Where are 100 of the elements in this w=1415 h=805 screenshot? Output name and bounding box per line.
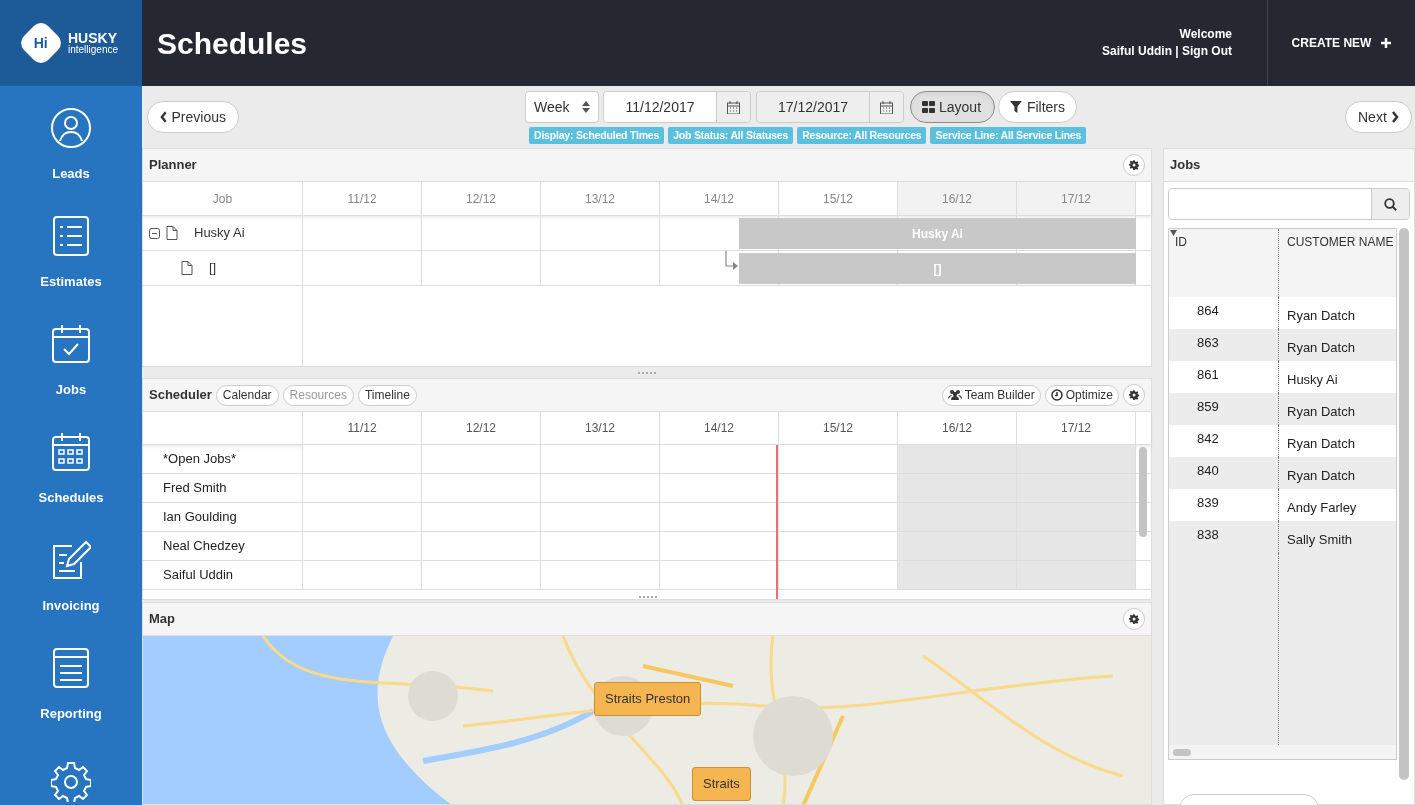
table-cell-text: Ryan Datch xyxy=(1286,467,1356,485)
next-button[interactable]: Next xyxy=(1345,101,1412,133)
calendar-cell[interactable] xyxy=(1017,532,1136,560)
scrollbar[interactable] xyxy=(1139,447,1147,537)
table-cell-text: Sally Smith xyxy=(1286,531,1354,549)
table-cell: 838 xyxy=(1169,521,1279,553)
search-button[interactable] xyxy=(1371,189,1409,219)
calendar-cell[interactable] xyxy=(898,503,1017,531)
filters-button[interactable]: Filters xyxy=(998,91,1077,123)
list-icon xyxy=(51,216,91,256)
calendar-cell[interactable] xyxy=(1017,503,1136,531)
dependency-arrow xyxy=(725,251,739,273)
collapse-icon[interactable] xyxy=(149,227,160,239)
file-icon xyxy=(181,261,193,275)
settings-button[interactable] xyxy=(1123,384,1145,406)
resize-handle[interactable] xyxy=(639,596,657,598)
column-header: 14/12 xyxy=(660,182,779,215)
calendar-cell[interactable] xyxy=(1017,445,1136,473)
calendar-icon xyxy=(880,100,893,114)
create-new-button[interactable]: CREATE NEW xyxy=(1267,0,1415,86)
person-icon xyxy=(51,108,91,148)
column-header: 14/12 xyxy=(660,412,779,444)
plus-icon xyxy=(1381,38,1392,48)
column-header: 16/12 xyxy=(898,182,1017,215)
grid-icon xyxy=(922,101,935,113)
table-row[interactable]: 861 Husky Ai xyxy=(1169,361,1396,393)
calendar-check-icon xyxy=(51,324,91,364)
column-header: 12/12 xyxy=(422,182,541,215)
panel-title: Scheduler xyxy=(149,386,212,405)
table-cell-text: Ryan Datch xyxy=(1286,435,1356,453)
sort-indicator-icon xyxy=(1170,230,1177,236)
document-icon xyxy=(51,648,91,688)
panel-title: Map xyxy=(149,610,175,629)
column-header: 17/12 xyxy=(1017,412,1136,444)
sort-arrows-icon xyxy=(582,101,590,113)
previous-button[interactable]: Previous xyxy=(147,101,239,133)
calendar-cell[interactable] xyxy=(898,474,1017,502)
table-row[interactable]: 839 Andy Farley xyxy=(1169,489,1396,521)
date-field[interactable]: 17/12/2017 xyxy=(756,91,904,123)
welcome-text: Welcome xyxy=(1179,26,1232,43)
calendar-icon xyxy=(727,100,740,114)
column-header: 17/12 xyxy=(1017,182,1136,215)
settings-button[interactable] xyxy=(1123,154,1145,176)
view-tab: Resources xyxy=(282,384,354,406)
user-link[interactable]: Saiful Uddin | Sign Out xyxy=(1102,43,1232,60)
table-cell-text: Andy Farley xyxy=(1286,499,1358,517)
table-cell-text: Husky Ai xyxy=(1286,371,1339,389)
calendar-cell[interactable] xyxy=(898,445,1017,473)
layout-button[interactable]: Layout xyxy=(910,91,995,123)
chevron-right-icon xyxy=(1390,111,1399,123)
brand-name: HUSKY xyxy=(67,31,117,45)
view-tab[interactable]: Calendar xyxy=(215,384,279,406)
table-cell-text: Ryan Datch xyxy=(1286,339,1356,357)
period-select[interactable]: Week xyxy=(525,91,599,123)
column-header: 15/12 xyxy=(779,412,898,444)
gear-icon xyxy=(1128,613,1140,625)
settings-icon[interactable] xyxy=(51,762,91,802)
column-header: 11/12 xyxy=(303,412,422,444)
sidebar-item[interactable]: Leads xyxy=(11,108,131,216)
action-button[interactable]: Team Builder xyxy=(941,384,1041,406)
settings-button[interactable] xyxy=(1123,608,1145,630)
sidebar-item[interactable]: Jobs xyxy=(11,324,131,432)
column-header: 13/12 xyxy=(541,182,660,215)
column-header: 16/12 xyxy=(898,412,1017,444)
search-icon xyxy=(1384,197,1397,211)
panel-title: Planner xyxy=(149,156,197,175)
sidebar-item[interactable]: Schedules xyxy=(11,432,131,540)
scrollbar[interactable] xyxy=(1399,228,1409,780)
calendar-cell[interactable] xyxy=(898,561,1017,589)
action-button[interactable]: Optimize xyxy=(1044,384,1119,406)
calendar-button[interactable] xyxy=(716,92,750,122)
sidebar-item[interactable]: Estimates xyxy=(11,216,131,324)
map-marker[interactable]: Straits xyxy=(692,767,751,801)
date-field[interactable]: 11/12/2017 xyxy=(603,91,751,123)
table-row[interactable]: 864 Ryan Datch xyxy=(1169,297,1396,329)
people-icon xyxy=(947,389,962,401)
panel-title: Jobs xyxy=(1170,156,1201,175)
sidebar-item[interactable]: Invoicing xyxy=(11,540,131,648)
calendar-grid-icon xyxy=(51,432,91,472)
file-icon xyxy=(166,226,178,240)
chevron-left-icon xyxy=(160,111,168,123)
calendar-button[interactable] xyxy=(869,92,903,122)
page-title: Schedules xyxy=(157,25,309,62)
resize-handle[interactable] xyxy=(638,371,656,374)
calendar-cell[interactable] xyxy=(1017,561,1136,589)
sidebar-item[interactable]: Reporting xyxy=(11,648,131,756)
column-header: 12/12 xyxy=(422,412,541,444)
calendar-cell[interactable] xyxy=(898,532,1017,560)
column-header: 11/12 xyxy=(303,182,422,215)
table-cell-text: Ryan Datch xyxy=(1286,403,1356,421)
map-marker[interactable]: Straits Preston xyxy=(594,682,702,716)
scrollbar[interactable] xyxy=(1173,748,1191,756)
table-row[interactable]: 842 Ryan Datch xyxy=(1169,425,1396,457)
calendar-cell[interactable] xyxy=(1017,474,1136,502)
column-header[interactable]: CUSTOMER NAME xyxy=(1279,229,1396,297)
column-header: 13/12 xyxy=(541,412,660,444)
clock-icon xyxy=(1050,389,1063,401)
view-tab[interactable]: Timeline xyxy=(357,384,417,406)
column-header: 15/12 xyxy=(779,182,898,215)
search-field[interactable] xyxy=(1168,188,1410,220)
